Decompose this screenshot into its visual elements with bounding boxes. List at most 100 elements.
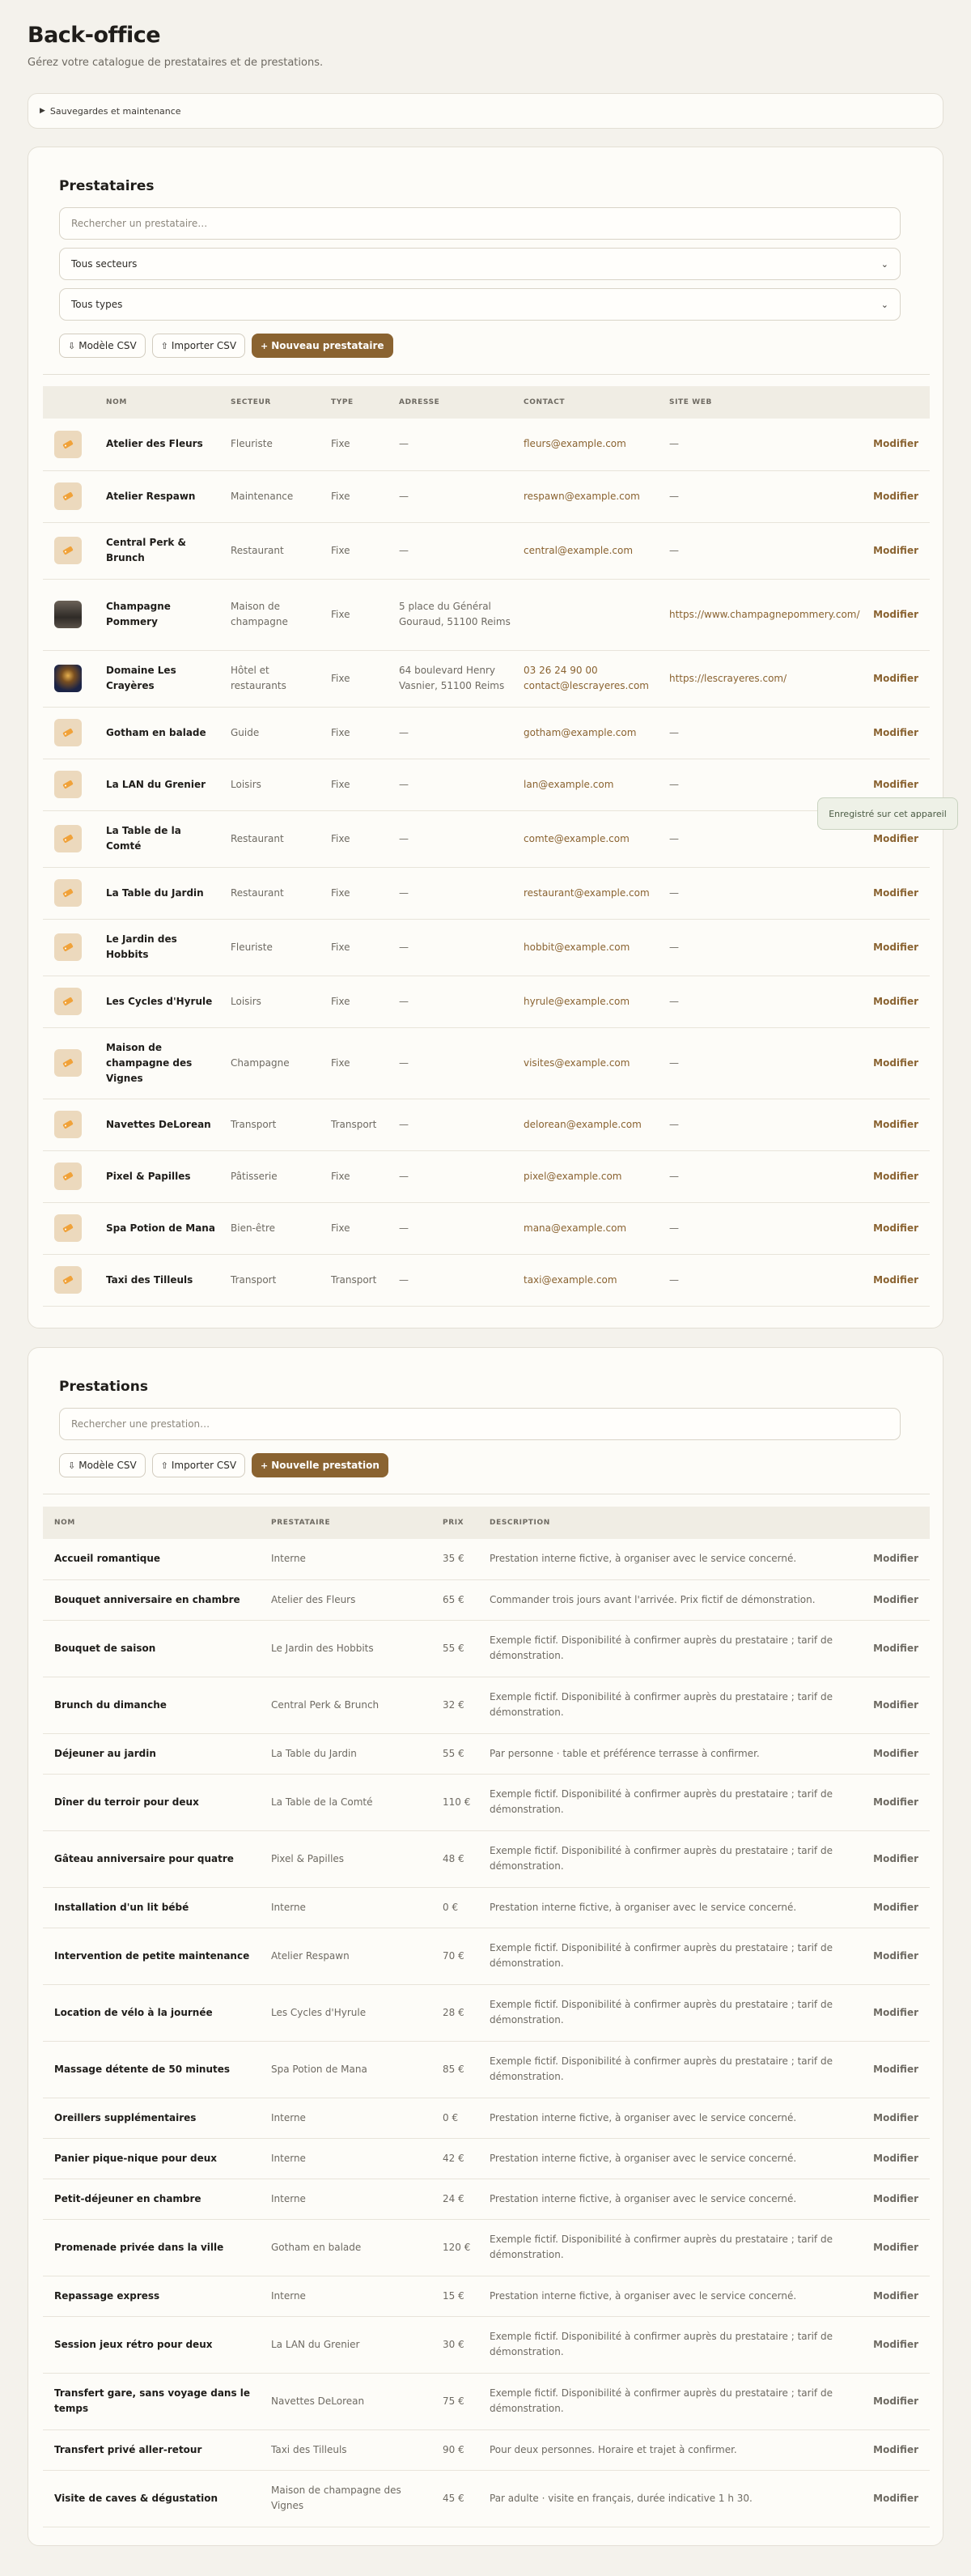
cell-name: Les Cycles d'Hyrule — [95, 976, 219, 1028]
table-row: Transfert gare, sans voyage dans le temp… — [43, 2373, 930, 2430]
table-row: Spa Potion de Mana Bien-être Fixe — mana@exa… — [43, 1202, 930, 1255]
cell-desc: Exemple fictif. Disponibilité à confirme… — [478, 1620, 849, 1677]
edit-button[interactable]: Modifier — [849, 1677, 930, 1734]
edit-button[interactable]: Modifier — [849, 919, 930, 976]
cell-contact: restaurant@example.com — [512, 867, 658, 920]
cell-sector: Guide — [219, 707, 320, 759]
cell-name: Petit-déjeuner en chambre — [43, 2179, 260, 2220]
cell-name: Le Jardin des Hobbits — [95, 919, 219, 976]
cell-address: — — [388, 867, 512, 920]
cell-type: Transport — [320, 1099, 388, 1151]
edit-button[interactable]: Modifier — [849, 2041, 930, 2098]
edit-button[interactable]: Modifier — [849, 2138, 930, 2179]
edit-button[interactable]: Modifier — [849, 2316, 930, 2374]
type-select[interactable]: Tous types ⌄ — [59, 288, 901, 321]
table-row: Champagne Pommery Maison de champagne Fixe… — [43, 579, 930, 651]
table-row: Maison de champagne des Vignes Champagne F… — [43, 1027, 930, 1099]
cell-provider: Atelier des Fleurs — [260, 1579, 431, 1621]
edit-button[interactable]: Modifier — [849, 1984, 930, 2042]
cell-address: — — [388, 1027, 512, 1099]
edit-button[interactable]: Modifier — [849, 1928, 930, 1985]
csv-import-button[interactable]: ⇧ Importer CSV — [151, 334, 246, 358]
cell-name: Pixel & Papilles — [95, 1150, 219, 1203]
cell-name: Massage détente de 50 minutes — [43, 2041, 260, 2098]
cell-price: 24 € — [431, 2179, 478, 2220]
edit-button[interactable]: Modifier — [849, 2276, 930, 2317]
edit-button[interactable]: Modifier — [849, 650, 930, 708]
edit-button[interactable]: Modifier — [849, 1620, 930, 1677]
cell-name: Gotham en balade — [95, 707, 219, 759]
cell-contact: central@example.com — [512, 522, 658, 580]
cell-provider: Gotham en balade — [260, 2219, 431, 2276]
new-prestation-button[interactable]: + Nouvelle prestation — [252, 1453, 388, 1477]
table-row: Gâteau anniversaire pour quatre Pixel & P… — [43, 1830, 930, 1888]
edit-button[interactable]: Modifier — [849, 579, 930, 651]
sector-select[interactable]: Tous secteurs ⌄ — [59, 248, 901, 280]
cell-desc: Exemple fictif. Disponibilité à confirme… — [478, 1928, 849, 1985]
edit-button[interactable]: Modifier — [849, 1579, 930, 1621]
edit-button[interactable]: Modifier — [849, 976, 930, 1028]
table-row: La Table de la Comté Restaurant Fixe — comte… — [43, 810, 930, 868]
edit-button[interactable]: Modifier — [849, 522, 930, 580]
edit-button[interactable]: Modifier — [849, 2373, 930, 2430]
edit-button[interactable]: Modifier — [849, 1539, 930, 1580]
cell-desc: Exemple fictif. Disponibilité à confirme… — [478, 1984, 849, 2042]
edit-button[interactable]: Modifier — [849, 470, 930, 523]
edit-button[interactable]: Modifier — [849, 1027, 930, 1099]
cell-name: Promenade privée dans la ville — [43, 2219, 260, 2276]
cell-web[interactable]: https://www.champagnepommery.com/ — [658, 579, 860, 651]
cell-name: Installation d'un lit bébé — [43, 1887, 260, 1928]
edit-button[interactable]: Modifier — [849, 1830, 930, 1888]
cell-contact: fleurs@example.com — [512, 419, 658, 471]
edit-button[interactable]: Modifier — [849, 707, 930, 759]
prestataires-card: Prestataires Rechercher un prestataire… … — [28, 147, 943, 1328]
edit-button[interactable]: Modifier — [849, 2470, 930, 2527]
cell-price: 70 € — [431, 1928, 478, 1985]
csv-template-button[interactable]: ⇩ Modèle CSV — [59, 1453, 146, 1477]
table-row: La Table du Jardin Restaurant Fixe — restaur… — [43, 867, 930, 920]
prestataire-search-input[interactable]: Rechercher un prestataire… — [59, 207, 901, 240]
new-prestataire-button[interactable]: + Nouveau prestataire — [252, 334, 393, 358]
cell-address: — — [388, 470, 512, 523]
edit-button[interactable]: Modifier — [849, 2429, 930, 2471]
table-row: Petit-déjeuner en chambre Interne 24 € Pres… — [43, 2179, 930, 2220]
table-row: Transfert privé aller-retour Taxi des Til… — [43, 2429, 930, 2471]
cell-desc: Exemple fictif. Disponibilité à confirme… — [478, 2373, 849, 2430]
cell-web: — — [658, 1202, 849, 1255]
edit-button[interactable]: Modifier — [849, 1733, 930, 1775]
edit-button[interactable]: Modifier — [849, 1887, 930, 1928]
prestation-search-input[interactable]: Rechercher une prestation… — [59, 1408, 901, 1440]
column-header — [43, 386, 95, 419]
maintenance-toggle[interactable]: ▶ Sauvegardes et maintenance — [28, 93, 943, 129]
cell-web[interactable]: https://lescrayeres.com/ — [658, 650, 849, 708]
csv-template-button[interactable]: ⇩ Modèle CSV — [59, 334, 146, 358]
edit-button[interactable]: Modifier — [849, 1254, 930, 1307]
cell-provider: Spa Potion de Mana — [260, 2041, 431, 2098]
edit-button[interactable]: Modifier — [849, 1099, 930, 1151]
edit-button[interactable]: Modifier — [849, 419, 930, 471]
thumb-cell — [43, 810, 95, 868]
thumb-cell — [43, 759, 95, 811]
chevron-down-icon: ⌄ — [880, 299, 888, 310]
cell-address: — — [388, 707, 512, 759]
edit-button[interactable]: Modifier — [849, 1774, 930, 1831]
cell-desc: Par adulte · visite en français, durée i… — [478, 2470, 849, 2527]
csv-template-label: Modèle CSV — [78, 1460, 137, 1471]
edit-button[interactable]: Modifier — [849, 867, 930, 920]
cell-contact: delorean@example.com — [512, 1099, 658, 1151]
plus-icon: + — [261, 340, 269, 351]
table-row: Location de vélo à la journée Les Cycles … — [43, 1984, 930, 2042]
cell-desc: Exemple fictif. Disponibilité à confirme… — [478, 2041, 849, 2098]
edit-button[interactable]: Modifier — [849, 2219, 930, 2276]
table-row: Gotham en balade Guide Fixe — gotham@example… — [43, 707, 930, 759]
edit-button[interactable]: Modifier — [849, 2179, 930, 2220]
cell-web: — — [658, 1254, 849, 1307]
type-select-value: Tous types — [71, 299, 123, 310]
thumb-cell — [43, 867, 95, 920]
edit-button[interactable]: Modifier — [849, 1202, 930, 1255]
column-header: DESCRIPTION — [490, 1519, 550, 1527]
edit-button[interactable]: Modifier — [849, 2098, 930, 2139]
edit-button[interactable]: Modifier — [849, 1150, 930, 1203]
csv-import-button[interactable]: ⇧ Importer CSV — [151, 1453, 246, 1477]
column-header: SITE WEB — [669, 398, 712, 406]
